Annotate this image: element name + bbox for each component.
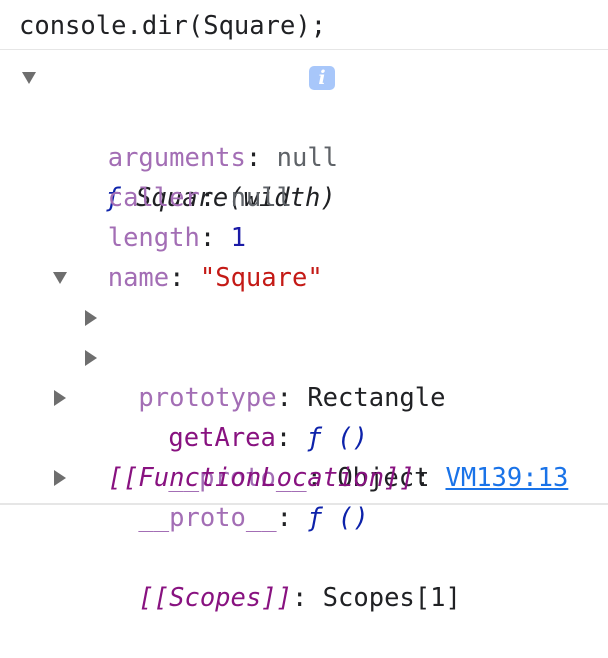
triangle-right-icon[interactable] — [54, 470, 66, 486]
triangle-right-icon[interactable] — [85, 350, 97, 366]
info-icon[interactable]: i — [309, 66, 335, 90]
property-value: ƒ () — [307, 503, 369, 533]
property-key: [[Scopes]] — [138, 583, 292, 613]
property-key: __proto__ — [138, 503, 277, 533]
property-proto-outer[interactable]: __proto__: ƒ () — [0, 378, 608, 533]
property-name: name: "Square" — [77, 218, 323, 293]
console-input-line: console.dir(Square); — [0, 0, 608, 50]
triangle-down-icon[interactable] — [53, 272, 67, 284]
property-proto-inner[interactable]: __proto__: Object — [0, 338, 608, 493]
property-value: Scopes[1] — [322, 583, 461, 613]
console-command: console.dir(Square); — [19, 11, 327, 41]
separator: : — [291, 583, 323, 613]
property-length: length: 1 — [77, 178, 246, 253]
property-arguments: arguments: null — [77, 98, 338, 173]
property-prototype[interactable]: prototype: Rectangle — [0, 258, 608, 413]
property-scopes[interactable]: [[Scopes]]: Scopes[1] — [0, 458, 608, 613]
property-caller: caller: null — [77, 138, 292, 213]
triangle-right-icon[interactable] — [85, 310, 97, 326]
property-function-location: [[FunctionLocation]]: VM139:13 — [77, 418, 569, 493]
separator: : — [276, 503, 308, 533]
property-getArea[interactable]: getArea: ƒ () — [0, 298, 608, 453]
triangle-down-icon[interactable] — [22, 72, 36, 84]
triangle-right-icon[interactable] — [54, 390, 66, 406]
tree-root-row[interactable]: ƒ Square(width) i — [0, 58, 608, 213]
divider — [0, 503, 608, 505]
